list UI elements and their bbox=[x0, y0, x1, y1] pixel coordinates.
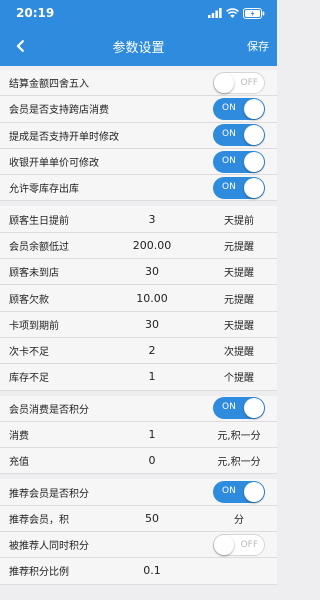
switch-knob bbox=[214, 72, 234, 93]
toggle-switch[interactable]: ON bbox=[213, 481, 265, 504]
toggle-switch[interactable]: ON bbox=[213, 176, 265, 199]
value-input[interactable]: 1 bbox=[120, 370, 184, 383]
wifi-icon bbox=[226, 8, 239, 18]
switch-knob bbox=[214, 534, 234, 555]
setting-birthday-reminder: 顾客生日提前 3 天提前 bbox=[0, 206, 277, 233]
unit-label: 元提醒 bbox=[224, 294, 254, 306]
setting-absence-reminder: 顾客未到店 30 天提醒 bbox=[0, 259, 277, 286]
status-bar: 20:19 bbox=[0, 0, 277, 26]
setting-recharge-points: 充值 0 元,积一分 bbox=[0, 448, 277, 475]
signal-icon bbox=[208, 8, 222, 18]
setting-price-edit: 收银开单单价可修改 ON bbox=[0, 148, 277, 176]
switch-text: ON bbox=[222, 402, 236, 413]
save-button[interactable]: 保存 bbox=[247, 38, 269, 54]
setting-referral-ratio: 推荐积分比例 0.1 bbox=[0, 558, 277, 585]
switch-text: ON bbox=[222, 486, 236, 497]
switch-knob bbox=[244, 151, 264, 172]
settings-list: 结算金额四舍五入 OFF 会员是否支持跨店消费 ON 提成是否支持开单时修改 O… bbox=[0, 70, 277, 585]
setting-label: 推荐积分比例 bbox=[9, 567, 69, 579]
toggle-switch[interactable]: ON bbox=[213, 97, 265, 120]
setting-low-stock-reminder: 库存不足 1 个提醒 bbox=[0, 364, 277, 391]
value-input[interactable]: 50 bbox=[120, 512, 184, 525]
switch-knob bbox=[244, 125, 264, 146]
switch-text: OFF bbox=[240, 77, 258, 88]
setting-label: 顾客欠款 bbox=[9, 294, 49, 306]
toggle-switch[interactable]: ON bbox=[213, 397, 265, 420]
setting-label: 充值 bbox=[9, 457, 29, 469]
unit-label: 天提醒 bbox=[224, 268, 254, 280]
setting-debt-reminder: 顾客欠款 10.00 元提醒 bbox=[0, 285, 277, 312]
value-input[interactable]: 10.00 bbox=[120, 292, 184, 305]
value-input[interactable]: 30 bbox=[120, 318, 184, 331]
switch-text: ON bbox=[222, 129, 236, 140]
chevron-left-icon bbox=[15, 39, 24, 53]
value-input[interactable]: 30 bbox=[120, 265, 184, 278]
status-time: 20:19 bbox=[16, 6, 55, 20]
setting-label: 顾客生日提前 bbox=[9, 215, 69, 227]
unit-label: 分 bbox=[234, 514, 244, 526]
value-input[interactable]: 2 bbox=[120, 344, 184, 357]
setting-referee-points: 被推荐人同时积分 OFF bbox=[0, 532, 277, 559]
setting-label: 顾客未到店 bbox=[9, 268, 59, 280]
value-input[interactable]: 200.00 bbox=[120, 239, 184, 252]
switch-text: ON bbox=[222, 181, 236, 192]
switch-knob bbox=[244, 482, 264, 503]
setting-member-points: 会员消费是否积分 ON bbox=[0, 395, 277, 422]
setting-round-amount: 结算金额四舍五入 OFF bbox=[0, 70, 277, 97]
setting-label: 会员余额低过 bbox=[9, 241, 69, 253]
switch-knob bbox=[244, 177, 264, 198]
unit-label: 元提醒 bbox=[224, 241, 254, 253]
setting-label: 次卡不足 bbox=[9, 347, 49, 359]
setting-cross-store: 会员是否支持跨店消费 ON bbox=[0, 96, 277, 123]
page-title: 参数设置 bbox=[112, 40, 165, 56]
setting-label: 库存不足 bbox=[9, 373, 49, 385]
setting-consume-points: 消费 1 元,积一分 bbox=[0, 421, 277, 449]
toggle-switch[interactable]: ON bbox=[213, 150, 265, 173]
setting-label: 消费 bbox=[9, 431, 29, 442]
unit-label: 元,积一分 bbox=[217, 457, 261, 469]
battery-icon bbox=[243, 7, 265, 19]
switch-text: OFF bbox=[240, 539, 258, 550]
switch-knob bbox=[244, 98, 264, 119]
value-input[interactable]: 0 bbox=[120, 454, 184, 467]
switch-knob bbox=[244, 398, 264, 419]
setting-times-card-reminder: 次卡不足 2 次提醒 bbox=[0, 337, 277, 365]
setting-referral-amount: 推荐会员，积 50 分 bbox=[0, 505, 277, 533]
unit-label: 元,积一分 bbox=[217, 431, 261, 442]
value-input[interactable]: 3 bbox=[120, 213, 184, 226]
toggle-switch[interactable]: OFF bbox=[213, 71, 265, 94]
setting-label: 卡项到期前 bbox=[9, 320, 59, 332]
unit-label: 次提醒 bbox=[224, 347, 254, 359]
nav-bar: 参数设置 保存 bbox=[0, 26, 277, 66]
setting-card-expiry-reminder: 卡项到期前 30 天提醒 bbox=[0, 311, 277, 338]
status-icons bbox=[208, 7, 265, 19]
setting-zero-stock: 允许零库存出库 ON bbox=[0, 175, 277, 202]
unit-label: 天提前 bbox=[224, 215, 254, 227]
setting-balance-reminder: 会员余额低过 200.00 元提醒 bbox=[0, 232, 277, 260]
setting-referral-points: 推荐会员是否积分 ON bbox=[0, 479, 277, 506]
setting-commission-edit: 提成是否支持开单时修改 ON bbox=[0, 122, 277, 149]
value-input[interactable]: 1 bbox=[120, 428, 184, 441]
unit-label: 天提醒 bbox=[224, 320, 254, 332]
unit-label: 个提醒 bbox=[224, 373, 254, 385]
switch-text: ON bbox=[222, 102, 236, 113]
back-button[interactable] bbox=[10, 36, 30, 56]
value-input[interactable]: 0.1 bbox=[120, 564, 184, 577]
toggle-switch[interactable]: OFF bbox=[213, 533, 265, 556]
toggle-switch[interactable]: ON bbox=[213, 124, 265, 147]
setting-label: 推荐会员，积 bbox=[9, 514, 69, 526]
switch-text: ON bbox=[222, 155, 236, 166]
